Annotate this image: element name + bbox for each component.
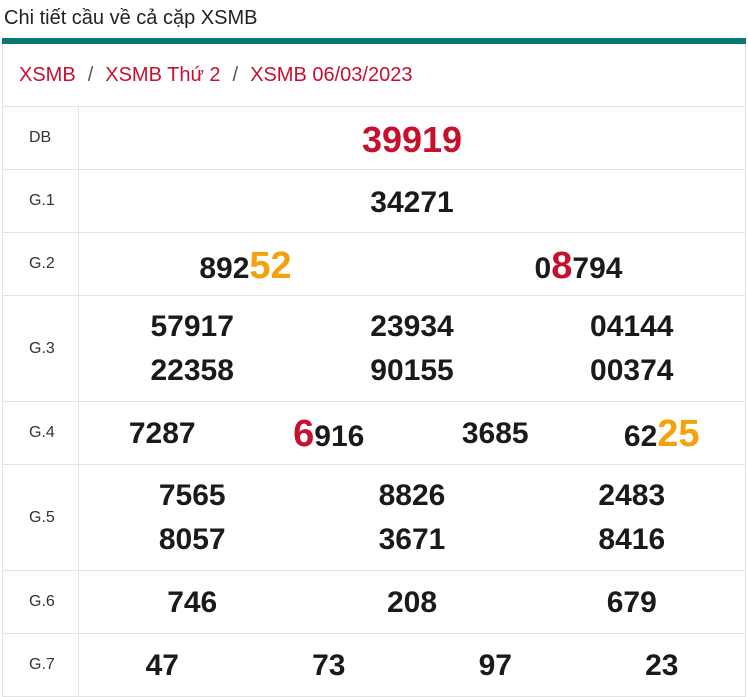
prize-label: G.4 xyxy=(2,401,79,465)
prize-row-g1: G.1 34271 xyxy=(2,169,746,233)
prize-label: G.7 xyxy=(2,633,79,697)
prize-number: 34271 xyxy=(370,186,454,219)
prize-number: 89252 xyxy=(199,245,292,287)
breadcrumb: XSMB / XSMB Thứ 2 / XSMB 06/03/2023 xyxy=(2,44,746,106)
prize-row-db: DB 39919 xyxy=(2,106,746,170)
prize-number: 8826 xyxy=(378,479,446,512)
prize-number: 04144 xyxy=(590,310,674,343)
prize-number: 22358 xyxy=(150,354,234,387)
prize-number: 7565 xyxy=(158,479,226,512)
prize-number: 8057 xyxy=(158,523,226,556)
prize-number: 6916 xyxy=(293,413,365,455)
prize-number: 97 xyxy=(478,649,512,682)
prize-number: 7287 xyxy=(128,417,196,450)
highlight-digits: 52 xyxy=(249,245,292,287)
prize-number: 3671 xyxy=(378,523,446,556)
prize-number: 90155 xyxy=(370,354,454,387)
prize-row-g4: G.4 7287 6916 3685 6225 xyxy=(2,401,746,465)
prize-label: G.5 xyxy=(2,464,79,571)
prize-number: 3685 xyxy=(461,417,529,450)
page-title: Chi tiết cầu về cả cặp XSMB xyxy=(4,7,258,29)
prize-number: 2483 xyxy=(598,479,666,512)
breadcrumb-xsmb[interactable]: XSMB xyxy=(19,64,76,87)
prize-row-g6: G.6 746 208 679 xyxy=(2,570,746,634)
prize-number: 8416 xyxy=(598,523,666,556)
prize-number: 6225 xyxy=(623,413,700,455)
breadcrumb-separator: / xyxy=(87,63,94,86)
highlight-digits: 8 xyxy=(551,245,573,287)
prize-label: G.2 xyxy=(2,232,79,296)
prize-label: G.6 xyxy=(2,570,79,634)
prize-number: 679 xyxy=(606,586,657,619)
breadcrumb-xsmb-thu2[interactable]: XSMB Thứ 2 xyxy=(105,64,220,87)
prize-number: 208 xyxy=(386,586,438,619)
prize-row-g2: G.2 89252 08794 xyxy=(2,232,746,296)
highlight-digits: 6 xyxy=(293,413,315,455)
prize-number: 00374 xyxy=(590,354,674,387)
prize-number: 08794 xyxy=(534,245,623,287)
prize-number: 23 xyxy=(645,649,679,682)
prize-label: DB xyxy=(2,106,79,170)
results-table: DB 39919 G.1 34271 G.2 89252 08794 G.3 5… xyxy=(2,106,746,697)
breadcrumb-date[interactable]: XSMB 06/03/2023 xyxy=(250,64,412,87)
prize-number: 57917 xyxy=(150,310,234,343)
prize-row-g7: G.7 47 73 97 23 xyxy=(2,633,746,697)
prize-row-g5: G.5 7565 8826 2483 8057 3671 8416 xyxy=(2,464,746,571)
prize-label: G.3 xyxy=(2,295,79,402)
prize-number: 746 xyxy=(167,586,218,619)
breadcrumb-separator: / xyxy=(232,63,239,86)
prize-number: 73 xyxy=(312,649,346,682)
prize-label: G.1 xyxy=(2,169,79,233)
special-prize-number: 39919 xyxy=(361,119,463,160)
prize-row-g3: G.3 57917 23934 04144 22358 90155 00374 xyxy=(2,295,746,402)
highlight-digits: 25 xyxy=(657,413,700,455)
prize-number: 47 xyxy=(145,649,179,682)
prize-number: 23934 xyxy=(370,310,454,343)
